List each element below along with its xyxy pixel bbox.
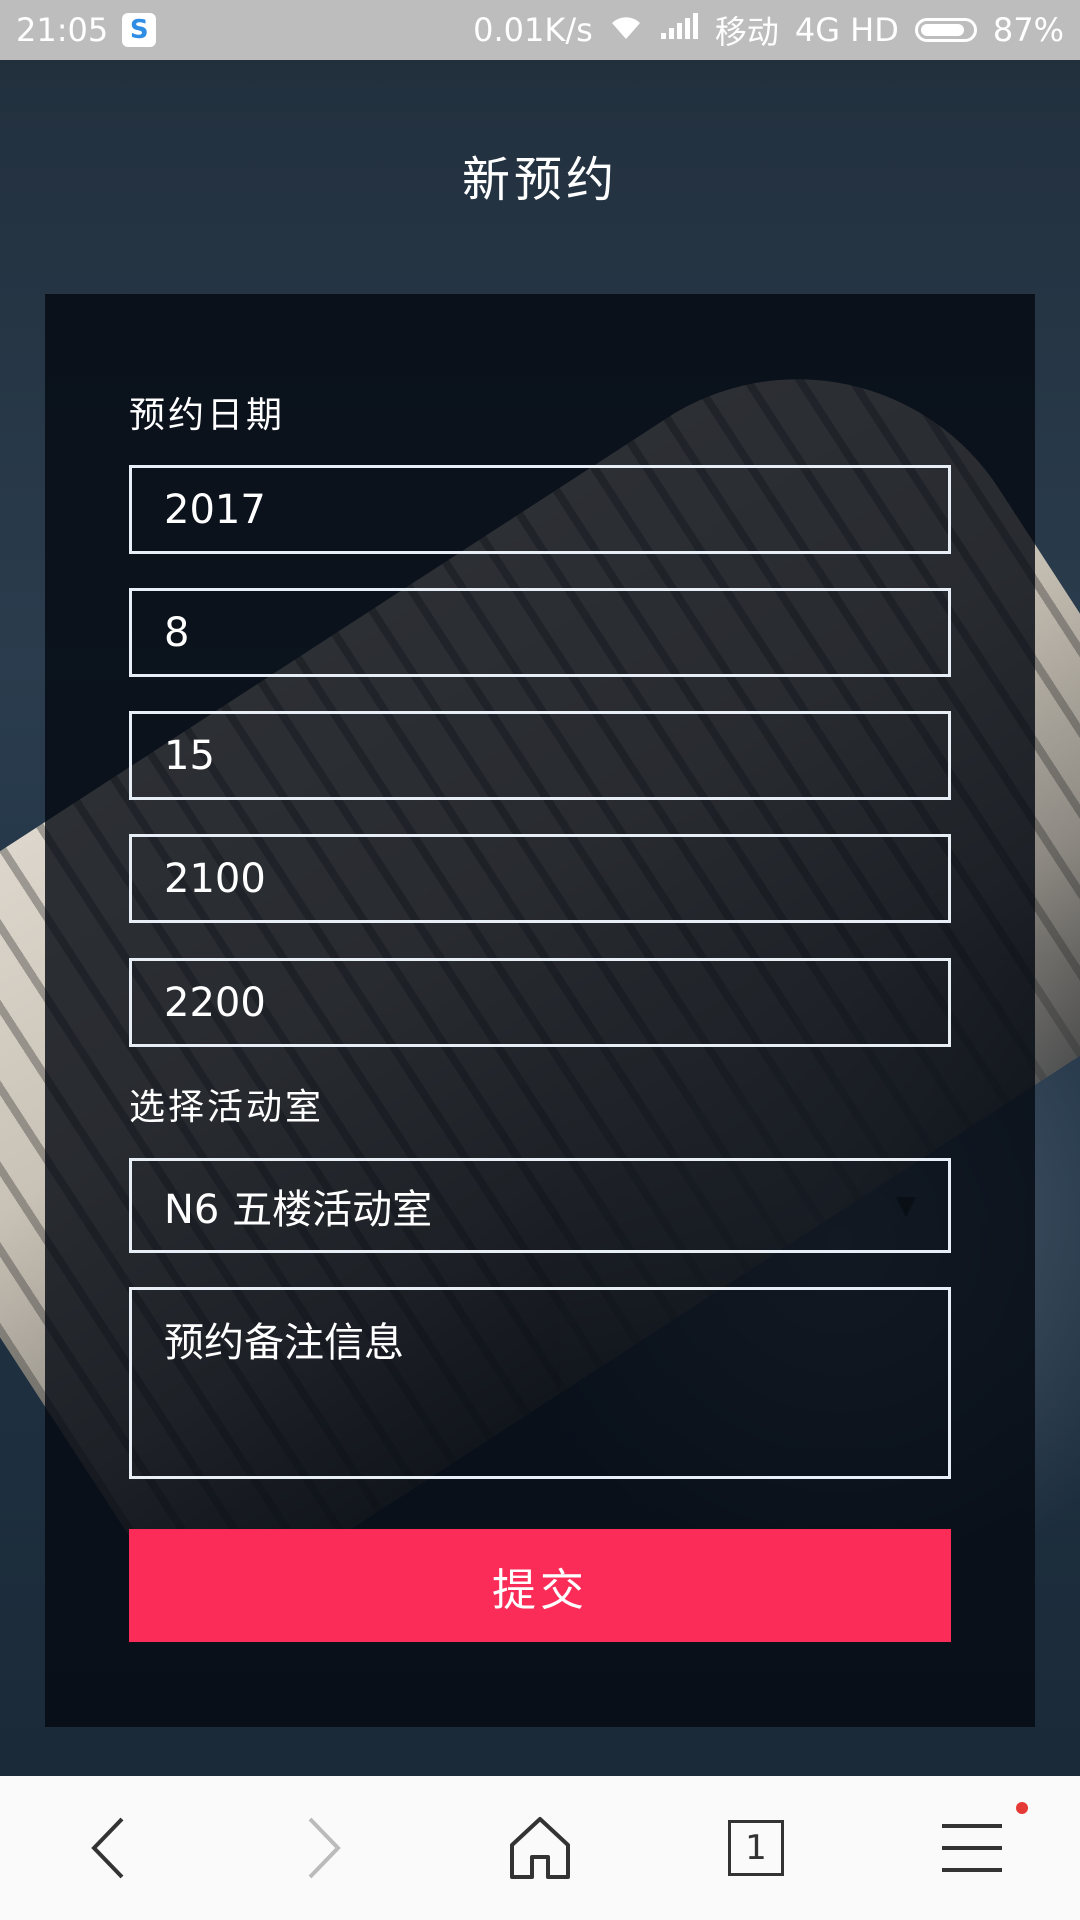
- tabs-icon: 1: [728, 1820, 784, 1876]
- remarks-placeholder: 预约备注信息: [164, 1320, 404, 1366]
- battery-icon: [914, 18, 977, 42]
- network-type: 4G HD: [794, 11, 899, 49]
- forward-icon: [308, 1817, 341, 1879]
- status-time: 21:05: [16, 11, 109, 49]
- date-label: 预约日期: [129, 395, 286, 436]
- submit-button[interactable]: 提交: [129, 1529, 951, 1642]
- browser-nav-bar: 1: [0, 1776, 1080, 1920]
- month-input[interactable]: 8: [129, 588, 951, 677]
- app-s-icon: S: [122, 13, 157, 47]
- home-button[interactable]: [432, 1776, 648, 1920]
- battery-percent: 87%: [992, 11, 1064, 49]
- reservation-form-card: 预约日期 2017 8 15 2100 2200 选择活动室 N6 五楼活动室 …: [45, 294, 1035, 1727]
- end-time-input[interactable]: 2200: [129, 958, 951, 1047]
- page-title: 新预约: [461, 152, 618, 208]
- forward-button[interactable]: [216, 1776, 432, 1920]
- menu-icon: [942, 1824, 1002, 1872]
- start-time-value: 2100: [164, 855, 266, 902]
- day-input[interactable]: 15: [129, 711, 951, 800]
- carrier-name: 移动: [714, 13, 779, 51]
- notification-dot: [1016, 1802, 1028, 1814]
- start-time-input[interactable]: 2100: [129, 834, 951, 923]
- tabs-button[interactable]: 1: [648, 1776, 864, 1920]
- signal-icon: [659, 11, 699, 49]
- remarks-textarea[interactable]: 预约备注信息: [129, 1287, 951, 1479]
- room-selected-value: N6 五楼活动室: [164, 1186, 433, 1233]
- back-icon: [91, 1817, 124, 1879]
- back-button[interactable]: [0, 1776, 216, 1920]
- status-bar: 21:05 S 0.01K/s 移动 4G HD 87%: [0, 0, 1080, 60]
- home-icon: [510, 1817, 570, 1879]
- tab-count: 1: [745, 1828, 767, 1868]
- net-speed: 0.01K/s: [473, 11, 593, 49]
- wifi-icon: [609, 11, 643, 49]
- year-input[interactable]: 2017: [129, 465, 951, 554]
- room-select[interactable]: N6 五楼活动室 ▼: [129, 1158, 951, 1253]
- day-value: 15: [164, 732, 215, 779]
- menu-button[interactable]: [864, 1776, 1080, 1920]
- month-value: 8: [164, 609, 190, 656]
- end-time-value: 2200: [164, 979, 266, 1026]
- dropdown-arrow-icon: ▼: [896, 1190, 916, 1221]
- year-value: 2017: [164, 486, 266, 533]
- room-label: 选择活动室: [129, 1087, 325, 1128]
